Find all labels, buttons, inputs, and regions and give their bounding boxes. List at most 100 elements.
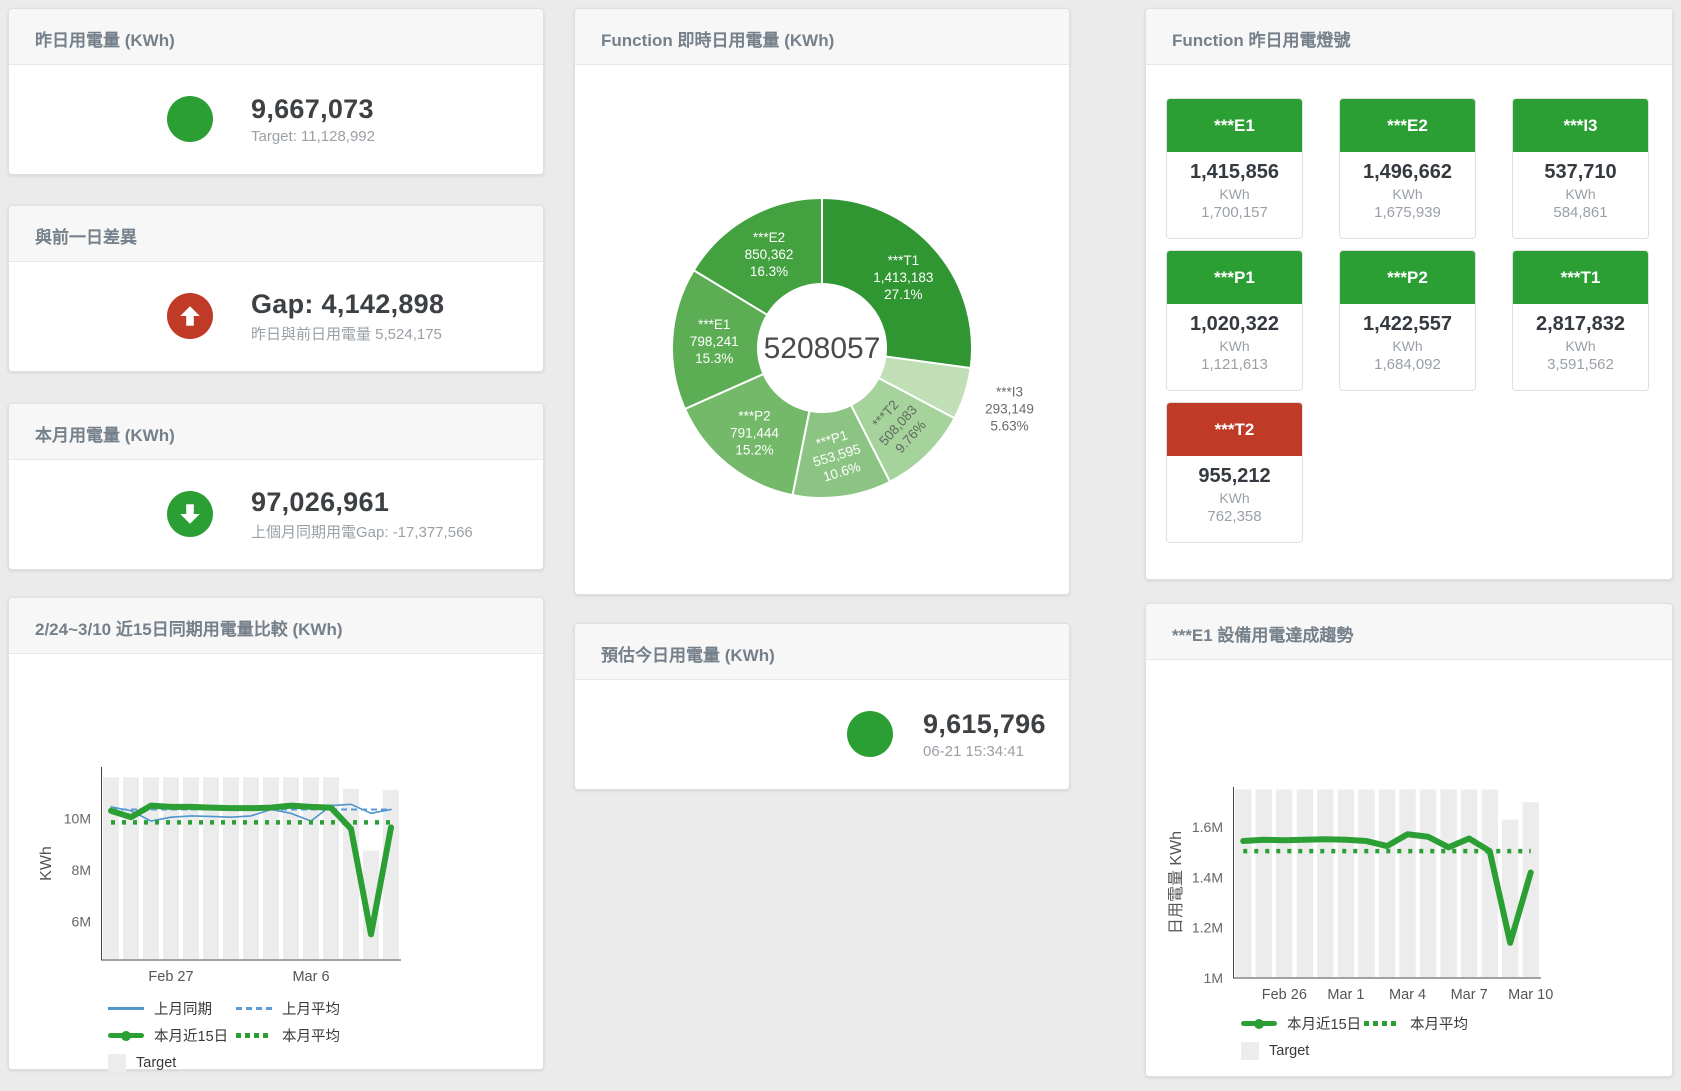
svg-text:16.3%: 16.3% — [750, 264, 788, 279]
status-tile-E2[interactable]: ***E21,496,662KWh1,675,939 — [1339, 98, 1476, 239]
status-tile-E1[interactable]: ***E11,415,856KWh1,700,157 — [1166, 98, 1303, 239]
card-yesterday-usage: 昨日用電量 (KWh) 9,667,073 Target: 11,128,992 — [8, 8, 544, 175]
target-bar — [1338, 790, 1354, 977]
target-bar — [223, 777, 239, 959]
status-tile-T1[interactable]: ***T12,817,832KWh3,591,562 — [1512, 250, 1649, 391]
tile-label: ***T1 — [1513, 251, 1648, 304]
target-bar — [123, 777, 139, 959]
kpi-text-block: 9,667,073 Target: 11,128,992 — [251, 94, 375, 145]
legend-item-line-green[interactable]: 本月近15日 — [1241, 1013, 1364, 1034]
tile-target-value: 584,861 — [1513, 204, 1648, 221]
kpi-yesterday-usage: 9,667,073 Target: 11,128,992 — [9, 65, 543, 173]
y-tick-label: 1.6M — [1192, 819, 1223, 835]
target-bar — [1379, 790, 1395, 977]
y-tick-label: 1.4M — [1192, 869, 1223, 885]
arrow-up-circle-icon — [167, 293, 213, 339]
svg-text:1,413,183: 1,413,183 — [873, 270, 933, 285]
kpi-text-block: 9,615,796 06-21 15:34:41 — [923, 709, 1046, 760]
status-tile-P2[interactable]: ***P21,422,557KWh1,684,092 — [1339, 250, 1476, 391]
card-title-status-lights: Function 昨日用電燈號 — [1146, 9, 1672, 65]
trend-chart-legend: 本月近15日本月平均 Target — [1241, 1013, 1672, 1061]
target-bar — [1297, 790, 1313, 977]
y-tick-label: 10M — [64, 810, 91, 826]
yesterday-usage-target: Target: 11,128,992 — [251, 128, 375, 145]
card-15day-compare-chart: 2/24~3/10 近15日同期用電量比較 (KWh) 6M8M10MFeb 2… — [8, 597, 544, 1070]
target-bar — [1502, 820, 1518, 977]
y-axis-label: KWh — [38, 846, 55, 881]
tile-target-value: 3,591,562 — [1513, 356, 1648, 373]
energy-dashboard-page: 昨日用電量 (KWh) 9,667,073 Target: 11,128,992… — [0, 0, 1681, 1091]
kpi-text-block: Gap: 4,142,898 昨日與前日用電量 5,524,175 — [251, 289, 444, 344]
estimate-today-timestamp: 06-21 15:34:41 — [923, 743, 1046, 760]
legend-label: Target — [136, 1055, 176, 1071]
card-title-month-usage: 本月用電量 (KWh) — [9, 404, 543, 460]
y-tick-label: 6M — [72, 913, 91, 929]
card-title-yesterday-usage: 昨日用電量 (KWh) — [9, 9, 543, 65]
card-estimate-today: 預估今日用電量 (KWh) 9,615,796 06-21 15:34:41 — [574, 623, 1070, 790]
legend-item-dot-green[interactable]: 本月平均 — [236, 1025, 543, 1046]
legend-item-dot-green[interactable]: 本月平均 — [1364, 1013, 1672, 1034]
tile-usage-value: 1,496,662 — [1340, 161, 1475, 184]
tile-label: ***P1 — [1167, 251, 1302, 304]
donut-slice-label-I3: ***I3293,1495.63% — [985, 384, 1034, 433]
tile-label: ***I3 — [1513, 99, 1648, 152]
y-tick-label: 1M — [1204, 970, 1223, 986]
card-realtime-usage-donut: Function 即時日用電量 (KWh) ***T11,413,18327.1… — [574, 8, 1070, 595]
status-tile-T2[interactable]: ***T2955,212KWh762,358 — [1166, 402, 1303, 543]
target-bar — [1399, 790, 1415, 977]
legend-label: 本月近15日 — [1287, 1013, 1361, 1034]
tile-usage-value: 955,212 — [1167, 465, 1302, 488]
tile-label: ***P2 — [1340, 251, 1475, 304]
card-e1-trend-chart: ***E1 設備用電達成趨勢 1M1.2M1.4M1.6MFeb 26Mar 1… — [1145, 603, 1673, 1077]
tile-label: ***E2 — [1340, 99, 1475, 152]
tile-target-value: 762,358 — [1167, 508, 1302, 525]
legend-item-line-green[interactable]: 本月近15日 — [108, 1025, 236, 1046]
card-yesterday-status-lights: Function 昨日用電燈號 ***E11,415,856KWh1,700,1… — [1145, 8, 1673, 580]
legend-item-dash-blue[interactable]: 上月平均 — [236, 998, 543, 1019]
y-tick-label: 8M — [72, 862, 91, 878]
card-title-day-gap: 與前一日差異 — [9, 206, 543, 262]
status-tile-P1[interactable]: ***P11,020,322KWh1,121,613 — [1166, 250, 1303, 391]
yesterday-usage-value: 9,667,073 — [251, 94, 375, 125]
svg-text:5.63%: 5.63% — [990, 418, 1028, 433]
compare-chart-legend: 上月同期上月平均本月近15日 本月平均 Target — [108, 998, 543, 1073]
target-bar — [1235, 790, 1251, 977]
dot-green-swatch-icon — [236, 1033, 272, 1038]
x-tick-label: Mar 10 — [1508, 987, 1553, 1003]
legend-item-box-gray[interactable]: Target — [108, 1052, 236, 1073]
y-tick-label: 1.2M — [1192, 920, 1223, 936]
legend-label: Target — [1269, 1043, 1309, 1059]
e1-trend-line-chart: 1M1.2M1.4M1.6MFeb 26Mar 1Mar 4Mar 7Mar 1… — [1146, 779, 1672, 1007]
svg-text:***I3: ***I3 — [996, 384, 1023, 399]
dot-green-swatch-icon — [1364, 1021, 1400, 1026]
x-tick-label: Mar 6 — [292, 969, 329, 985]
target-bar — [1317, 790, 1333, 977]
box-gray-swatch-icon — [108, 1054, 126, 1072]
target-bar — [1440, 790, 1456, 977]
target-bar — [1256, 790, 1272, 977]
day-gap-value: Gap: 4,142,898 — [251, 289, 444, 320]
month-usage-gap: 上個月同期用電Gap: -17,377,566 — [251, 521, 473, 542]
tile-unit-label: KWh — [1167, 186, 1302, 202]
card-day-gap: 與前一日差異 Gap: 4,142,898 昨日與前日用電量 5,524,175 — [8, 205, 544, 372]
target-bar — [383, 790, 399, 959]
day-gap-subtext: 昨日與前日用電量 5,524,175 — [251, 323, 444, 344]
donut-center-total: 5208057 — [764, 332, 881, 365]
svg-text:791,444: 791,444 — [730, 425, 779, 440]
kpi-estimate-today: 9,615,796 06-21 15:34:41 — [575, 680, 1069, 788]
tile-usage-value: 1,415,856 — [1167, 161, 1302, 184]
svg-text:15.3%: 15.3% — [695, 351, 733, 366]
legend-item-line-blue[interactable]: 上月同期 — [108, 998, 236, 1019]
tile-target-value: 1,684,092 — [1340, 356, 1475, 373]
x-tick-label: Feb 27 — [148, 969, 193, 985]
month-usage-value: 97,026,961 — [251, 487, 473, 518]
legend-label: 本月平均 — [282, 1025, 340, 1046]
y-axis-label: 日用電量 KWh — [1168, 831, 1185, 934]
legend-item-box-gray[interactable]: Target — [1241, 1040, 1364, 1061]
status-tile-I3[interactable]: ***I3537,710KWh584,861 — [1512, 98, 1649, 239]
tile-unit-label: KWh — [1340, 338, 1475, 354]
svg-text:15.2%: 15.2% — [735, 442, 773, 457]
target-bar — [1420, 790, 1436, 977]
card-month-usage: 本月用電量 (KWh) 97,026,961 上個月同期用電Gap: -17,3… — [8, 403, 544, 570]
tile-unit-label: KWh — [1167, 338, 1302, 354]
